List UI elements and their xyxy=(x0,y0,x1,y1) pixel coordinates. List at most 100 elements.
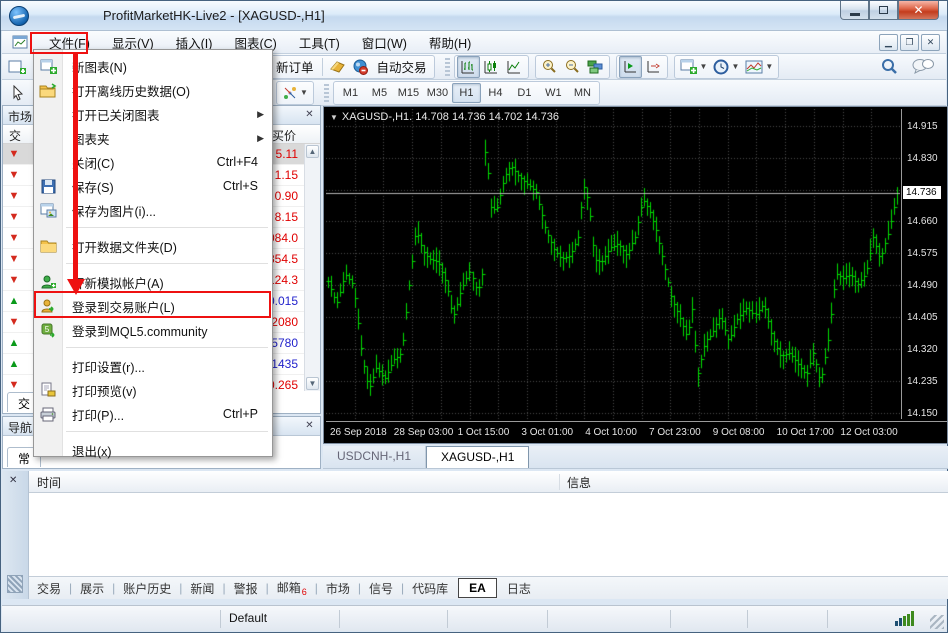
chart-tab-1[interactable]: XAGUSD-,H1 xyxy=(426,446,529,468)
file-menu-item-13[interactable]: 打印(P)...Ctrl+P xyxy=(34,402,272,426)
styler-icon[interactable]: ▼ xyxy=(279,82,311,104)
menubar-item-6[interactable]: 帮助(H) xyxy=(418,30,482,55)
timeframe-mn-button[interactable]: MN xyxy=(568,83,597,103)
mdi-minimize-button[interactable]: ▁ xyxy=(879,34,898,51)
market-watch-close-icon[interactable]: ✕ xyxy=(303,108,316,121)
menubar-item-4[interactable]: 工具(T) xyxy=(288,30,351,55)
terminal-tab-3[interactable]: 新闻 xyxy=(182,578,222,599)
indicators-icon[interactable]: ▼ xyxy=(677,56,711,78)
file-menu-item-10[interactable]: 5登录到MQL5.community xyxy=(34,318,272,342)
terminal-tab-7[interactable]: 信号 xyxy=(361,578,401,599)
time-tick-label: 4 Oct 10:00 xyxy=(585,427,637,438)
statusbar: Default xyxy=(2,605,946,631)
new-chart-toolbar-icon[interactable] xyxy=(8,59,26,75)
templates-dropdown-icon[interactable]: ▼ xyxy=(765,62,773,71)
file-menu-item-0[interactable]: 新图表(N) xyxy=(34,54,272,78)
terminal-tab-10[interactable]: 日志 xyxy=(499,578,539,599)
auto-scroll-icon[interactable] xyxy=(642,56,665,78)
timeframe-m30-button[interactable]: M30 xyxy=(423,83,452,103)
mdi-restore-button[interactable]: ❐ xyxy=(900,34,919,51)
timeframe-h4-button[interactable]: H4 xyxy=(481,83,510,103)
timeframe-m5-button[interactable]: M5 xyxy=(365,83,394,103)
file-menu-item-4[interactable]: 关闭(C)Ctrl+F4 xyxy=(34,150,272,174)
toolbar2-drag-handle[interactable] xyxy=(324,84,329,102)
file-menu-item-12[interactable]: 打印预览(v) xyxy=(34,378,272,402)
file-menu-item-14[interactable]: 退出(x) xyxy=(34,438,272,462)
minimize-button[interactable] xyxy=(840,1,869,20)
chart-shift-icon[interactable] xyxy=(619,56,642,78)
file-menu-item-3[interactable]: 图表夹▶ xyxy=(34,126,272,150)
price-tick-label: 14.150 xyxy=(907,408,938,419)
zoom-in-icon[interactable] xyxy=(538,56,561,78)
file-menu-item-11[interactable]: 打印设置(r)... xyxy=(34,354,272,378)
price-tick-label: 14.405 xyxy=(907,312,938,323)
terminal-tab-0[interactable]: 交易 xyxy=(29,578,69,599)
price-chart[interactable] xyxy=(326,109,900,420)
close-button[interactable]: ✕ xyxy=(898,1,939,20)
periods-clock-icon[interactable]: ▼ xyxy=(710,56,742,78)
profile-label[interactable]: Default xyxy=(229,611,267,625)
terminal-tab-5[interactable]: 邮箱6 xyxy=(269,577,315,599)
file-menu-item-7[interactable]: 打开数据文件夹(D) xyxy=(34,234,272,258)
chart-tab-0[interactable]: USDCNH-,H1 xyxy=(323,446,426,468)
templates-icon[interactable]: ▼ xyxy=(742,56,776,78)
bid-column-header[interactable]: 买价 xyxy=(272,125,296,146)
blank-icon xyxy=(39,129,57,147)
terminal-tab-6[interactable]: 市场 xyxy=(318,578,358,599)
timeframe-m1-button[interactable]: M1 xyxy=(336,83,365,103)
file-menu-item-6[interactable]: 保存为图片(i)... xyxy=(34,198,272,222)
indicators-dropdown-icon[interactable]: ▼ xyxy=(700,62,708,71)
time-axis[interactable]: 26 Sep 201828 Sep 03:001 Oct 15:003 Oct … xyxy=(326,421,947,443)
price-axis[interactable]: 14.91514.83014.74514.66014.57514.49014.4… xyxy=(901,109,947,419)
terminal-tab-2[interactable]: 账户历史 xyxy=(115,578,179,599)
file-menu-item-5[interactable]: 保存(S)Ctrl+S xyxy=(34,174,272,198)
metaeditor-icon[interactable] xyxy=(326,56,349,78)
candlestick-mode-icon[interactable] xyxy=(480,56,503,78)
chart-dropdown-icon[interactable]: ▼ xyxy=(330,113,338,122)
timeframe-w1-button[interactable]: W1 xyxy=(539,83,568,103)
time-tick-label: 3 Oct 01:00 xyxy=(521,427,573,438)
line-chart-mode-icon[interactable] xyxy=(503,56,526,78)
file-menu-item-2[interactable]: 打开已关闭图表▶ xyxy=(34,102,272,126)
terminal-tab-1[interactable]: 展示 xyxy=(72,578,112,599)
terminal-tab-8[interactable]: 代码库 xyxy=(404,578,456,599)
tile-windows-icon[interactable] xyxy=(584,56,607,78)
symbol-column-header[interactable]: 交 xyxy=(3,125,27,143)
timeframe-m15-button[interactable]: M15 xyxy=(394,83,423,103)
file-menu-item-8[interactable]: 开新模拟帐户(A) xyxy=(34,270,272,294)
scroll-up-icon[interactable]: ▲ xyxy=(306,145,319,158)
terminal-content[interactable] xyxy=(29,493,948,576)
search-icon[interactable] xyxy=(881,58,898,75)
toolbar-drag-handle[interactable] xyxy=(445,58,450,76)
cursor-icon[interactable] xyxy=(10,85,26,101)
file-menu-item-label: 保存(S) xyxy=(72,177,114,196)
scroll-down-icon[interactable]: ▼ xyxy=(306,377,319,390)
timeframe-d1-button[interactable]: D1 xyxy=(510,83,539,103)
restore-button[interactable] xyxy=(869,1,898,20)
chat-icon[interactable] xyxy=(912,58,934,74)
new-order-button[interactable]: 新订单 xyxy=(271,57,319,76)
timeframe-h1-button[interactable]: H1 xyxy=(452,83,481,103)
periods-dropdown-icon[interactable]: ▼ xyxy=(731,62,739,71)
terminal-grip-icon[interactable] xyxy=(7,575,23,593)
time-column-header[interactable]: 时间 xyxy=(37,474,61,491)
market-watch-title: 市场 xyxy=(8,110,32,124)
menu-separator xyxy=(34,342,272,354)
menubar-item-5[interactable]: 窗口(W) xyxy=(351,30,418,55)
bar-chart-mode-icon[interactable] xyxy=(457,56,480,78)
styler-dropdown-icon[interactable]: ▼ xyxy=(300,88,308,97)
terminal-tab-4[interactable]: 警报 xyxy=(226,578,266,599)
file-menu-item-9[interactable]: 登录到交易账户(L) xyxy=(34,294,272,318)
autotrade-button[interactable]: 自动交易 xyxy=(372,57,432,76)
autotrade-status-icon[interactable] xyxy=(349,56,372,78)
file-menu-item-label: 打开数据文件夹(D) xyxy=(72,237,177,256)
terminal-close-icon[interactable]: ✕ xyxy=(9,475,17,486)
resize-grip[interactable] xyxy=(930,615,944,629)
message-column-header[interactable]: 信息 xyxy=(567,474,591,491)
terminal-tab-9[interactable]: EA xyxy=(458,578,497,598)
market-watch-scrollbar[interactable]: ▲ ▼ xyxy=(304,144,320,391)
file-menu-item-1[interactable]: 打开离线历史数据(O) xyxy=(34,78,272,102)
mdi-close-button[interactable]: ✕ xyxy=(921,34,940,51)
navigator-close-icon[interactable]: ✕ xyxy=(303,419,316,432)
zoom-out-icon[interactable] xyxy=(561,56,584,78)
